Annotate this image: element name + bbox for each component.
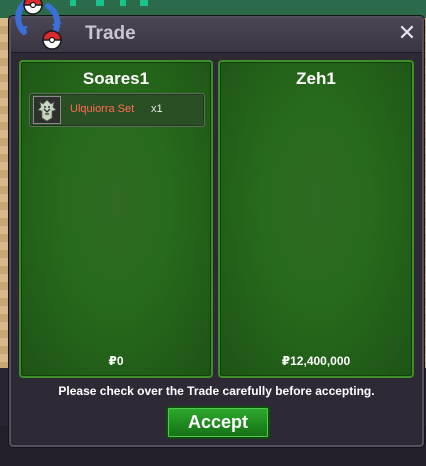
world-tile	[96, 0, 104, 6]
item-quantity: x1	[151, 103, 163, 115]
offer-panel-right: Zeh1 ₽12,400,000	[218, 60, 414, 378]
money-offer: ₽0	[108, 354, 124, 368]
trade-item-row[interactable]: Ulquiorra Set x1	[29, 93, 205, 127]
player-name: Soares1	[82, 69, 150, 88]
trade-window: Trade ✕ Soares1 Ulquiorra Set x1 ₽0 Zeh1…	[9, 16, 424, 447]
window-title: Trade	[85, 23, 136, 44]
close-icon[interactable]: ✕	[396, 21, 418, 45]
item-name: Ulquiorra Set	[70, 103, 135, 115]
pokeball-logo-icon	[4, 0, 76, 54]
offer-panel-left: Soares1 Ulquiorra Set x1 ₽0	[19, 60, 213, 378]
trade-notice: Please check over the Trade carefully be…	[58, 384, 375, 398]
world-tile	[120, 0, 126, 6]
world-tile	[140, 0, 148, 6]
accept-button[interactable]: Accept	[166, 406, 270, 439]
player-name: Zeh1	[296, 69, 336, 88]
money-offer: ₽12,400,000	[281, 354, 351, 368]
armor-set-icon	[33, 96, 61, 124]
